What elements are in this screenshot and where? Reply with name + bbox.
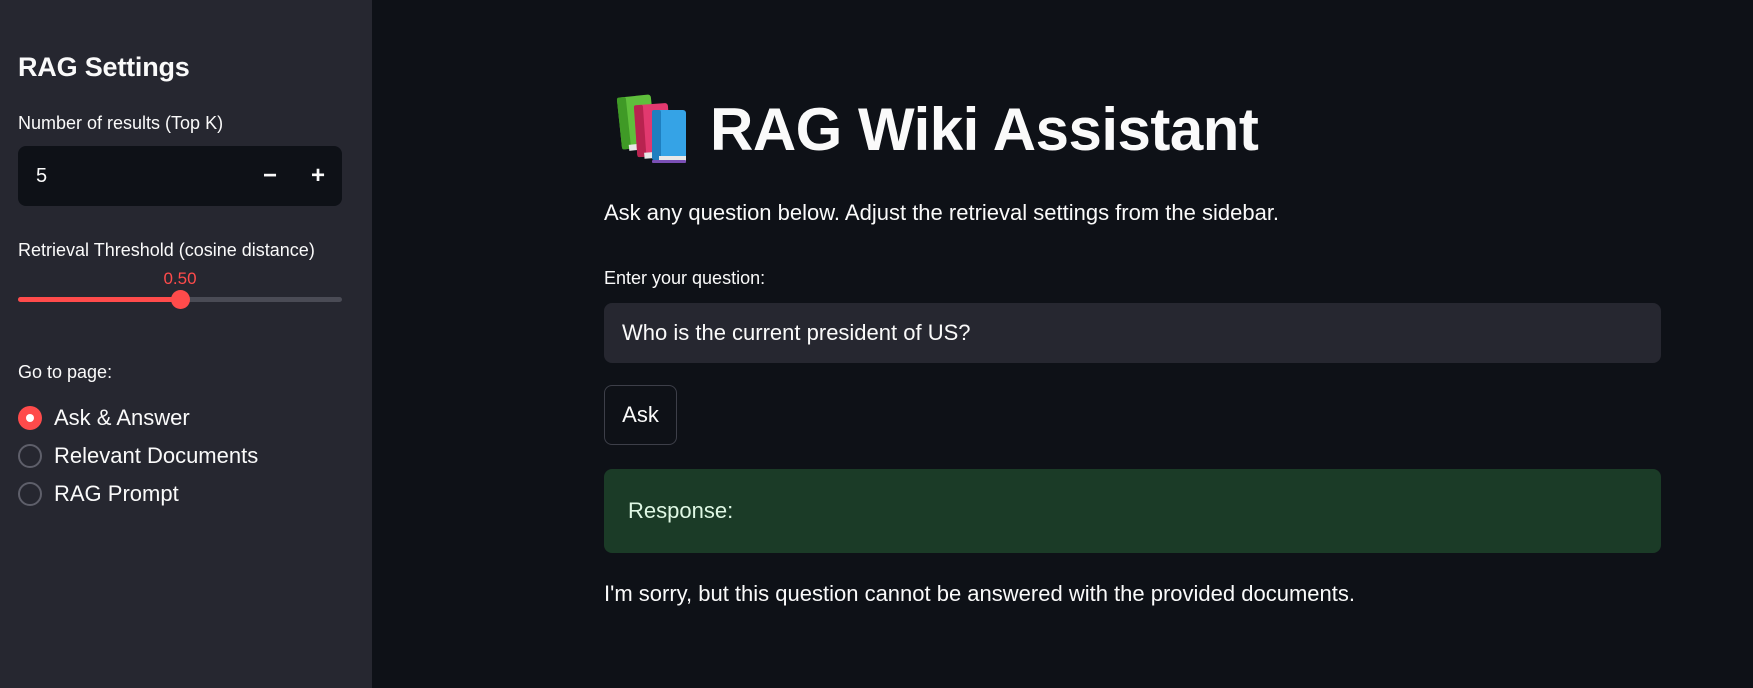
- threshold-slider-thumb[interactable]: [171, 290, 190, 309]
- decrement-button[interactable]: −: [246, 146, 294, 206]
- sidebar-title: RAG Settings: [18, 52, 190, 82]
- radio-rag-prompt[interactable]: RAG Prompt: [18, 475, 354, 513]
- main-content: RAG Wiki Assistant Ask any question belo…: [604, 92, 1661, 607]
- main-area: RAG Wiki Assistant Ask any question belo…: [372, 0, 1753, 688]
- radio-ask-answer[interactable]: Ask & Answer: [18, 399, 354, 437]
- page-title: RAG Wiki Assistant: [710, 95, 1259, 163]
- radio-label: Ask & Answer: [54, 405, 190, 430]
- radio-label: RAG Prompt: [54, 481, 179, 506]
- threshold-label: Retrieval Threshold (cosine distance): [18, 240, 315, 260]
- response-alert: Response:: [604, 469, 1661, 553]
- title-row: RAG Wiki Assistant: [604, 92, 1661, 166]
- radio-label: Relevant Documents: [54, 443, 259, 468]
- ask-button[interactable]: Ask: [604, 385, 677, 445]
- nav-label: Go to page:: [18, 362, 113, 382]
- answer-text: I'm sorry, but this question cannot be a…: [604, 581, 1355, 606]
- page-radio-group: Ask & Answer Relevant Documents RAG Prom…: [18, 399, 354, 513]
- radio-button[interactable]: [18, 444, 42, 468]
- sidebar: RAG Settings Number of results (Top K) 5…: [0, 0, 372, 688]
- question-label: Enter your question:: [604, 268, 766, 288]
- threshold-value-text: 0.50: [18, 269, 342, 289]
- radio-button[interactable]: [18, 482, 42, 506]
- books-icon: [616, 94, 686, 163]
- increment-button[interactable]: +: [294, 146, 342, 206]
- app-root: RAG Settings Number of results (Top K) 5…: [0, 0, 1753, 688]
- question-input[interactable]: Who is the current president of US?: [604, 303, 1661, 363]
- top-k-value[interactable]: 5: [36, 165, 246, 188]
- top-k-number-input[interactable]: 5 − +: [18, 146, 342, 206]
- threshold-slider-fill: [18, 297, 180, 302]
- page-subtitle: Ask any question below. Adjust the retri…: [604, 200, 1280, 225]
- top-k-label: Number of results (Top K): [18, 113, 224, 133]
- radio-button[interactable]: [18, 406, 42, 430]
- radio-relevant-documents[interactable]: Relevant Documents: [18, 437, 354, 475]
- threshold-value: 0.50: [163, 269, 197, 288]
- threshold-slider[interactable]: [18, 290, 342, 309]
